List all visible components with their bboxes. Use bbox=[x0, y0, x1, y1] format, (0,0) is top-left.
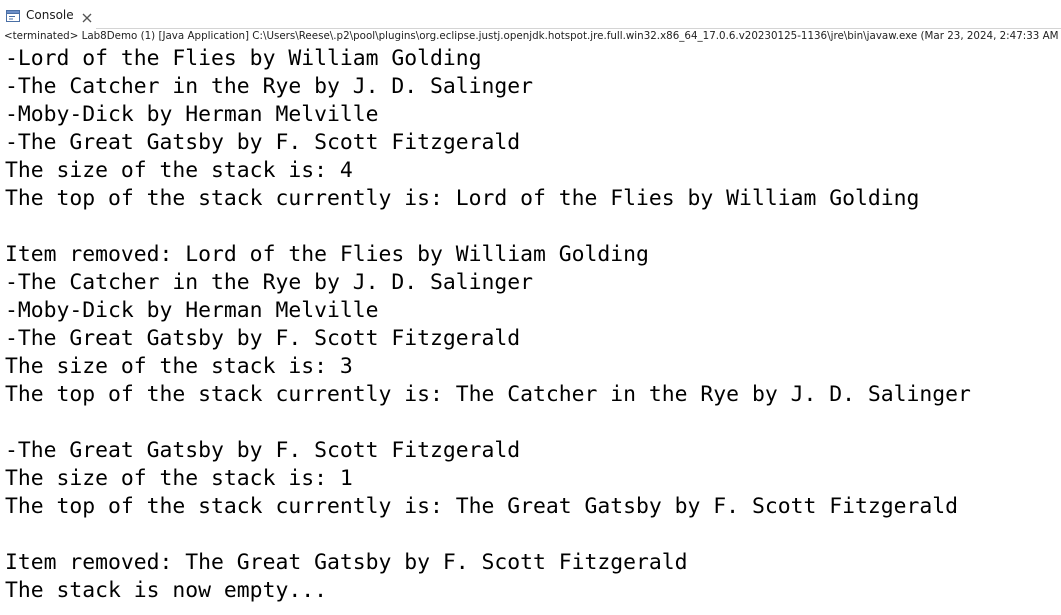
console-line: -Lord of the Flies by William Golding bbox=[5, 46, 482, 71]
console-line: -The Catcher in the Rye by J. D. Salinge… bbox=[5, 270, 534, 295]
console-line: The top of the stack currently is: The G… bbox=[5, 494, 958, 519]
tab-console-label: Console bbox=[26, 7, 74, 22]
process-status-line: <terminated> Lab8Demo (1) [Java Applicat… bbox=[4, 30, 1059, 42]
tab-console[interactable]: Console bbox=[0, 0, 96, 29]
console-output[interactable]: -Lord of the Flies by William Golding -T… bbox=[5, 45, 1061, 615]
console-line: -The Great Gatsby by F. Scott Fitzgerald bbox=[5, 326, 521, 351]
console-line: The stack is now empty... bbox=[5, 578, 327, 603]
console-line: -The Great Gatsby by F. Scott Fitzgerald bbox=[5, 438, 521, 463]
console-icon bbox=[6, 8, 20, 22]
close-icon[interactable] bbox=[81, 9, 93, 22]
console-line: The top of the stack currently is: The C… bbox=[5, 382, 971, 407]
console-line: -The Great Gatsby by F. Scott Fitzgerald bbox=[5, 130, 521, 155]
console-line: The size of the stack is: 4 bbox=[5, 158, 353, 183]
console-line: -The Catcher in the Rye by J. D. Salinge… bbox=[5, 74, 534, 99]
console-line: The size of the stack is: 3 bbox=[5, 354, 353, 379]
console-line: The size of the stack is: 1 bbox=[5, 466, 353, 491]
console-line: Item removed: The Great Gatsby by F. Sco… bbox=[5, 550, 688, 575]
console-line: -Moby-Dick by Herman Melville bbox=[5, 102, 379, 127]
console-line: -Moby-Dick by Herman Melville bbox=[5, 298, 379, 323]
console-line: Item removed: Lord of the Flies by Willi… bbox=[5, 242, 649, 267]
console-view-tabbar: Console bbox=[0, 0, 1061, 29]
console-line: The top of the stack currently is: Lord … bbox=[5, 186, 920, 211]
